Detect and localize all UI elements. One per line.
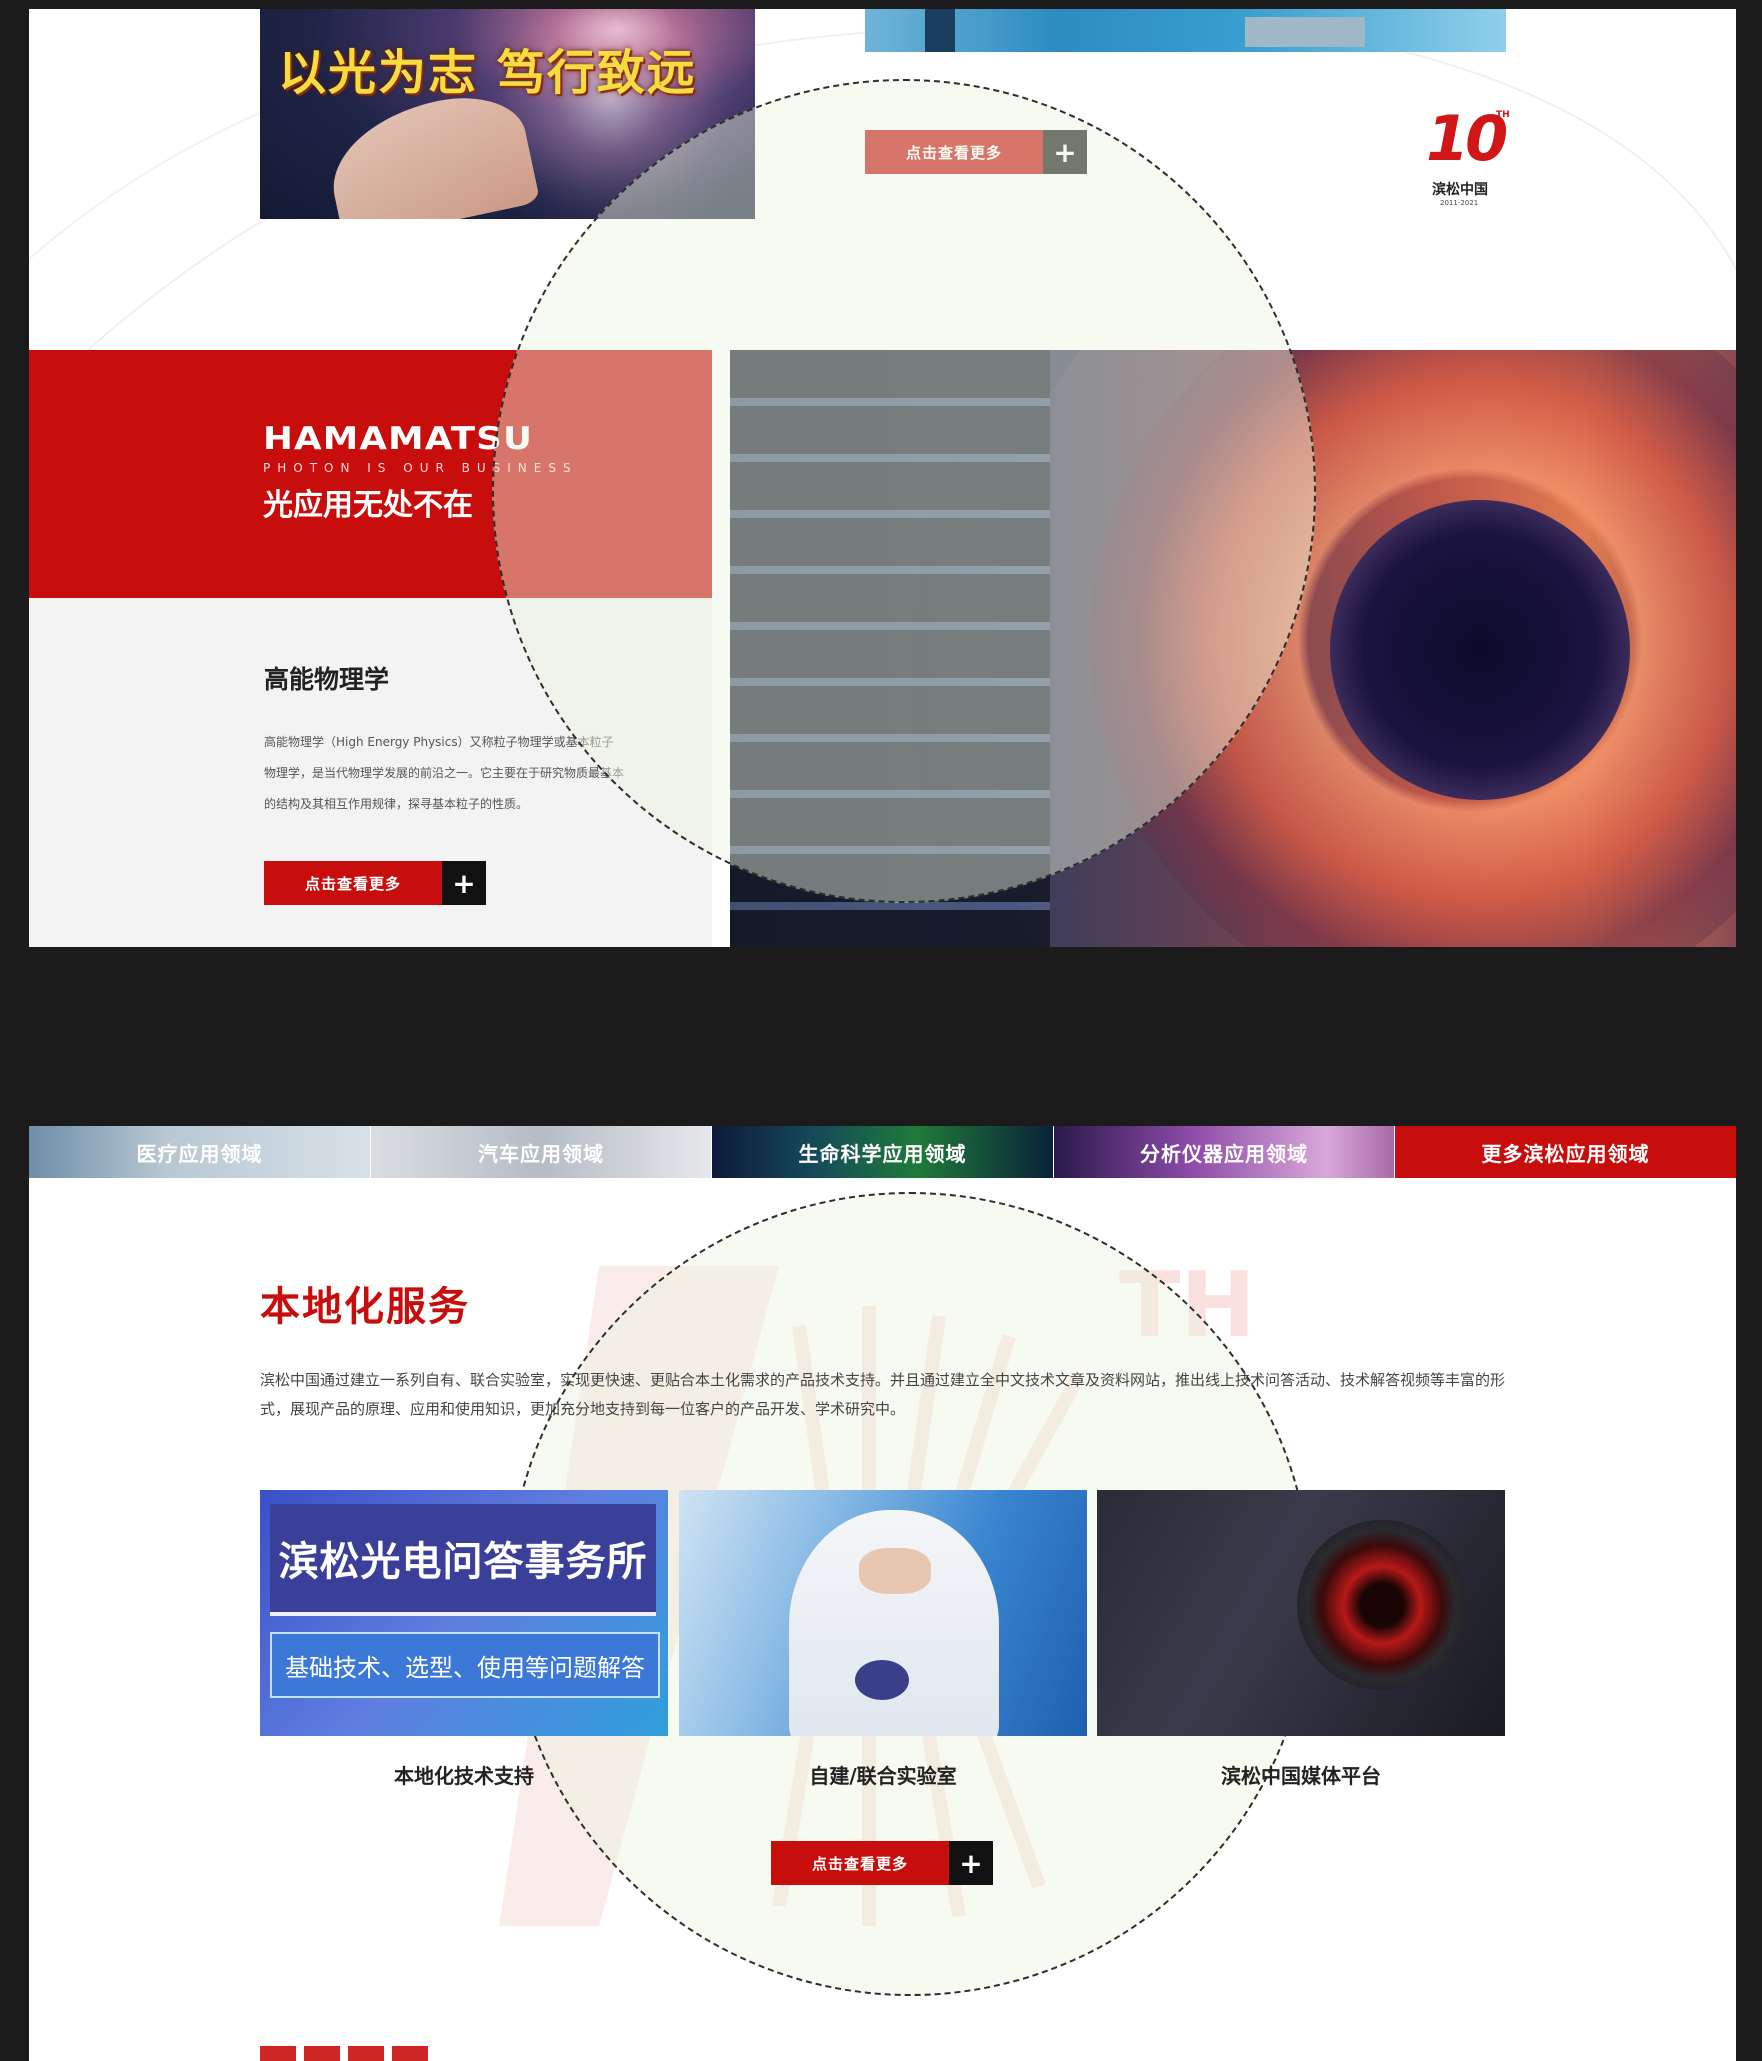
card-qa-image[interactable]: 滨松光电问答事务所 基础技术、选型、使用等问题解答 — [260, 1490, 668, 1736]
tab-label: 医疗应用领域 — [136, 1141, 263, 1166]
view-more-button-local[interactable]: 点击查看更多 + — [771, 1841, 993, 1885]
anniversary-mark: 10 TH — [1424, 102, 1514, 176]
card-caption: 自建/联合实验室 — [809, 1764, 957, 1788]
bottom-panel: 医疗应用领域 汽车应用领域 生命科学应用领域 分析仪器应用领域 更多滨松应用领域 — [29, 1126, 1736, 2061]
anniversary-years: 2011-2021 — [1440, 199, 1479, 207]
anniversary-name: 滨松中国 — [1432, 182, 1488, 198]
anniversary-sup: TH — [1496, 110, 1510, 120]
brand-tagline: PHOTON IS OUR BUSINESS — [263, 461, 578, 475]
view-more-button-top[interactable]: 点击查看更多 + — [865, 130, 1087, 174]
brand-logo-text: HAMAMATSU — [263, 421, 534, 457]
tab-medical[interactable]: 医疗应用领域 — [29, 1126, 370, 1178]
banner-image[interactable]: 以光为志 笃行致远 — [260, 9, 755, 219]
equipment-detail — [925, 9, 955, 52]
info-block: 高能物理学 高能物理学（High Energy Physics）又称粒子物理学或… — [29, 598, 712, 947]
banner-text: 以光为志 笃行致远 — [278, 45, 697, 101]
view-more-button-hero[interactable]: 点击查看更多 + — [264, 861, 486, 905]
top-panel: 以光为志 笃行致远 点击查看更多 + 10 TH 滨松中国 2011-2021 … — [29, 9, 1736, 947]
lab-worker-figure — [789, 1510, 999, 1736]
tab-life-science[interactable]: 生命科学应用领域 — [712, 1126, 1053, 1178]
plus-icon: + — [1043, 130, 1087, 174]
view-more-label: 点击查看更多 — [264, 861, 442, 905]
watermark-text: TH — [1119, 1253, 1256, 1358]
tab-label: 分析仪器应用领域 — [1140, 1141, 1308, 1166]
card-caption: 滨松中国媒体平台 — [1221, 1764, 1381, 1788]
lab-worker-face — [859, 1548, 931, 1594]
card-qa-subtitle-box: 基础技术、选型、使用等问题解答 — [270, 1632, 660, 1698]
detector-core — [1330, 500, 1630, 800]
tab-analytical[interactable]: 分析仪器应用领域 — [1054, 1126, 1394, 1178]
tab-label: 更多滨松应用领域 — [1481, 1141, 1650, 1166]
next-section-heading-cropped — [260, 2046, 430, 2061]
equipment-detail — [1245, 17, 1365, 47]
card-qa-subtitle: 基础技术、选型、使用等问题解答 — [285, 1653, 645, 1682]
detector-panels — [730, 350, 1050, 947]
lab-glove — [855, 1660, 909, 1700]
category-tabs: 医疗应用领域 汽车应用领域 生命科学应用领域 分析仪器应用领域 更多滨松应用领域 — [29, 1126, 1736, 1178]
section-description: 高能物理学（High Energy Physics）又称粒子物理学或基本粒子物理… — [264, 735, 625, 811]
card-caption: 本地化技术支持 — [394, 1764, 534, 1788]
card-qa-title: 滨松光电问答事务所 — [278, 1539, 648, 1585]
anniversary-number: 10 — [1426, 102, 1508, 175]
tab-more-fields[interactable]: 更多滨松应用领域 — [1395, 1126, 1736, 1178]
card-lab-image[interactable] — [679, 1490, 1087, 1736]
tab-label: 生命科学应用领域 — [798, 1141, 967, 1166]
plus-icon: + — [442, 861, 486, 905]
plus-icon: + — [949, 1841, 993, 1885]
brand-slogan: 光应用无处不在 — [263, 488, 473, 523]
particle-detector-image[interactable] — [730, 350, 1736, 947]
section-title: 高能物理学 — [264, 665, 390, 694]
tab-label: 汽车应用领域 — [478, 1141, 604, 1166]
card-qa-title-box: 滨松光电问答事务所 — [270, 1504, 656, 1616]
card-media-image[interactable] — [1097, 1490, 1505, 1736]
camera-lens — [1297, 1520, 1467, 1690]
brand-block: HAMAMATSU PHOTON IS OUR BUSINESS 光应用无处不在 — [29, 350, 712, 598]
view-more-label: 点击查看更多 — [865, 130, 1043, 174]
local-service-title: 本地化服务 — [260, 1284, 470, 1330]
local-service-description: 滨松中国通过建立一系列自有、联合实验室，实现更快速、更贴合本土化需求的产品技术支… — [260, 1371, 1506, 1418]
equipment-image[interactable] — [865, 9, 1506, 52]
anniversary-logo: 10 TH 滨松中国 2011-2021 — [1424, 102, 1514, 221]
view-more-label: 点击查看更多 — [771, 1841, 949, 1885]
tab-automotive[interactable]: 汽车应用领域 — [371, 1126, 711, 1178]
